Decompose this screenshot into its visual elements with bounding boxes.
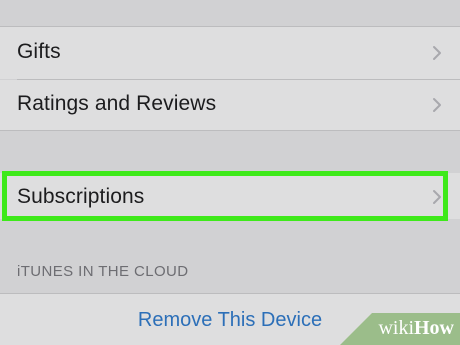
top-group-spacer [0,0,460,26]
cloud-section-header: iTUNES IN THE CLOUD [17,263,189,280]
watermark-how: How [414,317,454,339]
wikihow-watermark: wikiHow [378,317,454,340]
subscriptions-label: Subscriptions [17,185,145,208]
chevron-right-icon [433,98,441,112]
gifts-label: Gifts [17,40,61,63]
watermark-wiki: wiki [378,317,414,339]
gifts-row[interactable]: Gifts [0,27,460,79]
group-spacer [0,131,460,173]
ratings-reviews-label: Ratings and Reviews [17,92,217,115]
cloud-section-spacer [0,221,460,293]
chevron-right-icon [433,46,441,60]
chevron-right-icon [433,190,441,204]
ratings-reviews-row[interactable]: Ratings and Reviews [0,80,460,130]
subscriptions-row[interactable]: Subscriptions [0,173,460,219]
